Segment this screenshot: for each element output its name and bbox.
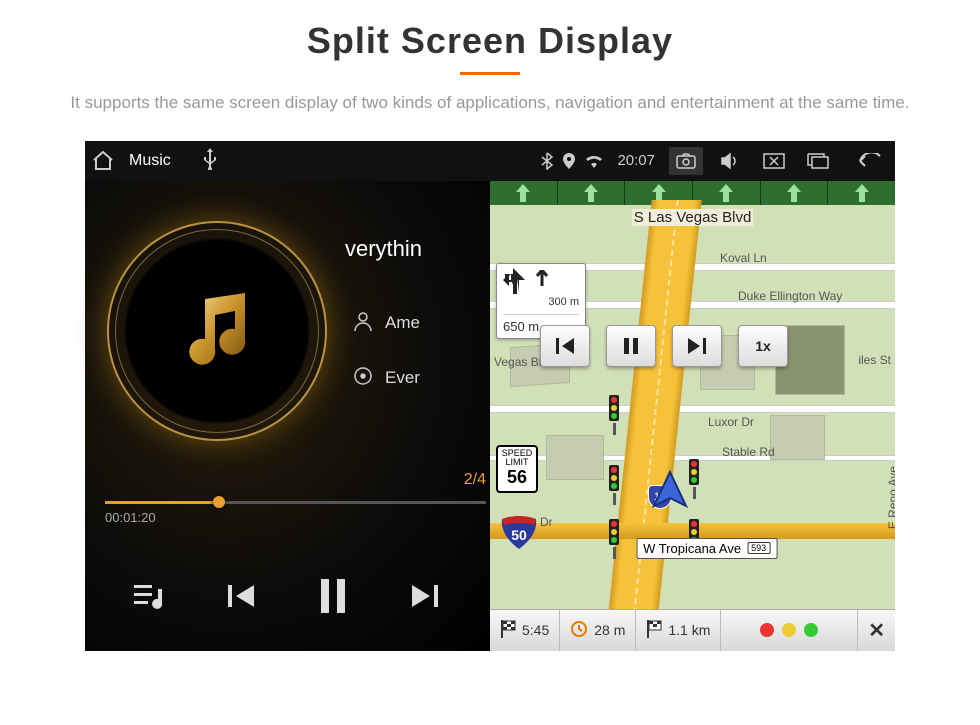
vehicle-cursor-icon bbox=[650, 470, 690, 515]
bluetooth-icon bbox=[541, 152, 553, 170]
title-underline bbox=[460, 72, 520, 75]
close-app-button[interactable] bbox=[757, 147, 791, 175]
playlist-button[interactable] bbox=[126, 571, 176, 621]
music-note-icon bbox=[167, 281, 267, 381]
artist-row: Ame bbox=[353, 311, 420, 336]
album-row: Ever bbox=[353, 366, 420, 391]
road-label: Luxor Dr bbox=[708, 415, 754, 429]
navigation-footer: 5:45 28 m 1.1 km ✕ bbox=[490, 609, 895, 651]
lane-arrow bbox=[490, 181, 558, 205]
usb-icon bbox=[197, 148, 223, 173]
back-button[interactable] bbox=[845, 147, 889, 175]
person-icon bbox=[353, 311, 373, 336]
sim-speed-button[interactable]: 1x bbox=[738, 325, 788, 367]
footer-remaining-time[interactable]: 28 m bbox=[560, 610, 636, 651]
next-track-button[interactable] bbox=[399, 571, 449, 621]
sim-pause-button[interactable] bbox=[606, 325, 656, 367]
volume-button[interactable] bbox=[713, 147, 747, 175]
album-name: Ever bbox=[385, 368, 420, 388]
road-label: Duke Ellington Way bbox=[738, 289, 842, 303]
footer-eta[interactable]: 5:45 bbox=[490, 610, 560, 651]
track-index: 2/4 bbox=[464, 471, 486, 489]
speed-limit-sign: SPEED LIMIT 56 bbox=[496, 445, 538, 493]
navigation-panel: S Las Vegas Blvd Koval Ln Duke Ellington… bbox=[490, 181, 895, 651]
interstate-shield-icon: 50 bbox=[500, 515, 538, 549]
page-description: It supports the same screen display of t… bbox=[50, 90, 930, 116]
street-name-top: S Las Vegas Blvd bbox=[632, 209, 754, 226]
home-icon[interactable] bbox=[91, 149, 115, 173]
lane-arrow bbox=[761, 181, 829, 205]
sim-next-button[interactable] bbox=[672, 325, 722, 367]
elapsed-time: 00:01:20 bbox=[105, 510, 486, 525]
artist-name: Ame bbox=[385, 313, 420, 333]
wifi-icon bbox=[585, 154, 603, 168]
previous-track-button[interactable] bbox=[217, 571, 267, 621]
statusbar-time: 20:07 bbox=[617, 152, 655, 169]
lane-arrow bbox=[693, 181, 761, 205]
footer-distance[interactable]: 1.1 km bbox=[636, 610, 721, 651]
progress-bar[interactable]: 00:01:20 bbox=[105, 501, 486, 525]
disc-icon bbox=[353, 366, 373, 391]
road-label: iles St bbox=[858, 353, 891, 367]
music-panel: verythin Ame Ever 2/4 00:01:20 bbox=[85, 181, 490, 651]
status-bar: Music 2 bbox=[85, 141, 895, 181]
screenshot-button[interactable] bbox=[669, 147, 703, 175]
statusbar-app-title: Music bbox=[129, 152, 171, 170]
device-frame: Music 2 bbox=[85, 141, 895, 651]
pause-button[interactable] bbox=[308, 571, 358, 621]
lane-arrow bbox=[828, 181, 895, 205]
road-label: Koval Ln bbox=[720, 251, 767, 265]
map-canvas[interactable]: S Las Vegas Blvd Koval Ln Duke Ellington… bbox=[490, 205, 895, 609]
flag-icon bbox=[646, 620, 662, 641]
lane-arrow bbox=[558, 181, 626, 205]
recent-apps-button[interactable] bbox=[801, 147, 835, 175]
footer-traffic[interactable] bbox=[721, 610, 858, 651]
road-label: E Reno Ave bbox=[886, 466, 895, 529]
music-controls bbox=[85, 571, 490, 621]
current-road-label: W Tropicana Ave 593 bbox=[636, 538, 777, 559]
svg-text:50: 50 bbox=[511, 527, 527, 543]
location-icon bbox=[563, 153, 575, 169]
clock-icon bbox=[570, 620, 588, 641]
flag-icon bbox=[500, 620, 516, 641]
turn-distance: 300 m bbox=[503, 296, 579, 308]
page-title: Split Screen Display bbox=[0, 20, 980, 62]
simulation-controls: 1x bbox=[540, 325, 788, 367]
footer-close-button[interactable]: ✕ bbox=[858, 610, 895, 651]
track-title: verythin bbox=[345, 236, 422, 262]
sim-prev-button[interactable] bbox=[540, 325, 590, 367]
road-label: Stable Rd bbox=[722, 445, 775, 459]
album-art-ring bbox=[107, 221, 327, 441]
